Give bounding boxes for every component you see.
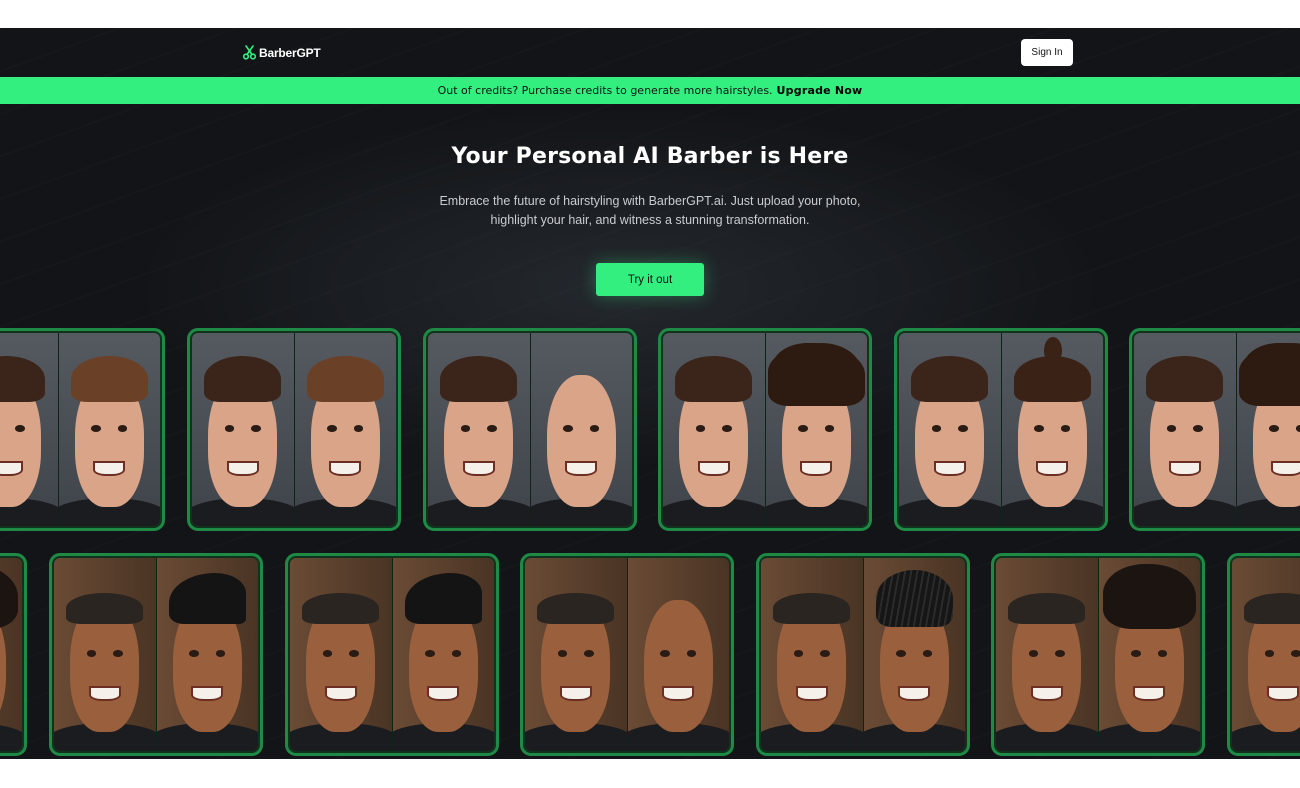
portrait-photo [1097,558,1200,751]
hairstyle-card[interactable] [423,328,637,531]
portrait-photo [293,333,396,526]
portrait-photo [54,558,156,751]
banner-message: Out of credits? Purchase credits to gene… [437,84,773,97]
portrait-photo [192,333,294,526]
hairstyle-card[interactable] [756,553,970,756]
app-page: BarberGPT Sign In Out of credits? Purcha… [0,28,1300,759]
portrait-photo [663,333,765,526]
portrait-photo [529,333,632,526]
portrait-photo [290,558,392,751]
hairstyle-card[interactable] [285,553,499,756]
portrait-photo [1000,333,1103,526]
hero-subtitle-line1: Embrace the future of hairstyling with B… [439,194,861,208]
top-nav: BarberGPT Sign In [0,28,1300,77]
hairstyle-card[interactable] [0,328,165,531]
portrait-photo [1232,558,1300,751]
portrait-photo [0,333,58,526]
hero-subtitle-line2: highlight your hair, and witness a stunn… [490,213,810,227]
portrait-photo [626,558,729,751]
hairstyle-card[interactable] [520,553,734,756]
portrait-photo [761,558,863,751]
before-after-image [1134,333,1300,526]
portrait-photo [862,558,965,751]
before-after-image [290,558,494,751]
portrait-photo [996,558,1098,751]
before-after-image [0,333,160,526]
try-it-out-button[interactable]: Try it out [596,263,704,296]
portrait-photo [0,558,22,751]
before-after-image [525,558,729,751]
credits-banner: Out of credits? Purchase credits to gene… [0,77,1300,104]
before-after-image [0,558,22,751]
before-after-image [761,558,965,751]
portrait-photo [1134,333,1236,526]
before-after-image [192,333,396,526]
gallery-row-1 [0,328,1300,532]
before-after-image [54,558,258,751]
before-after-image [428,333,632,526]
hairstyle-card[interactable] [49,553,263,756]
hairstyle-card[interactable] [0,553,27,756]
portrait-photo [1235,333,1300,526]
scissors-icon [243,45,256,60]
hairstyle-card[interactable] [991,553,1205,756]
portrait-photo [899,333,1001,526]
portrait-photo [391,558,494,751]
hairstyle-card[interactable] [187,328,401,531]
hero-subtitle: Embrace the future of hairstyling with B… [430,192,870,230]
before-after-image [1232,558,1300,751]
gallery-row-2 [0,553,1300,757]
hairstyle-card[interactable] [1129,328,1300,531]
sign-in-button[interactable]: Sign In [1021,39,1073,66]
hero-title: Your Personal AI Barber is Here [451,144,849,169]
portrait-photo [155,558,258,751]
upgrade-now-link[interactable]: Upgrade Now [777,84,863,97]
before-after-image [899,333,1103,526]
hairstyle-card[interactable] [658,328,872,531]
portrait-photo [428,333,530,526]
hairstyle-card[interactable] [1227,553,1300,756]
hairstyle-card[interactable] [894,328,1108,531]
brand-logo[interactable]: BarberGPT [243,45,321,60]
brand-name: BarberGPT [259,45,321,60]
before-after-image [996,558,1200,751]
portrait-photo [57,333,160,526]
portrait-photo [525,558,627,751]
portrait-photo [764,333,867,526]
before-after-image [663,333,867,526]
